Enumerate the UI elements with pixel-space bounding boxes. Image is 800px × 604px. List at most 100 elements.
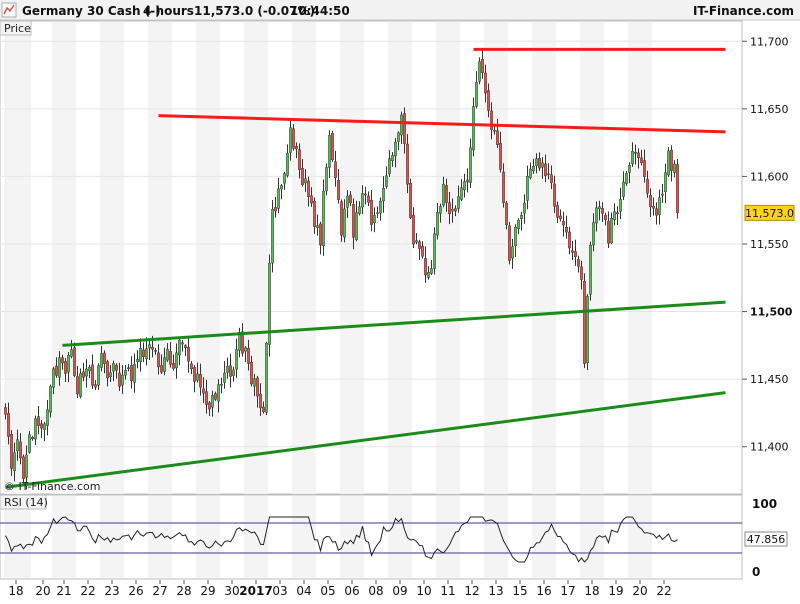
- app-logo-icon: [1, 2, 17, 18]
- candle-down: [418, 241, 421, 249]
- day-band: [292, 22, 316, 494]
- candle-up: [217, 384, 220, 402]
- rsi-panel-label: RSI (14): [4, 496, 48, 509]
- candle-down: [367, 195, 370, 203]
- day-band: [388, 22, 412, 494]
- candle-up: [226, 365, 229, 373]
- candle-down: [157, 352, 160, 368]
- candle-up: [163, 357, 166, 372]
- rsi-day-band: [436, 496, 460, 578]
- candle-down: [490, 110, 493, 130]
- candle-up: [547, 173, 550, 175]
- candle-up: [469, 147, 472, 183]
- rsi-day-band: [628, 496, 652, 578]
- candle-down: [574, 251, 577, 258]
- candle-down: [652, 206, 655, 209]
- candle-up: [592, 222, 595, 246]
- candle-up: [361, 193, 364, 208]
- candle-up: [223, 372, 226, 383]
- price-tick-label: 11,550: [750, 238, 789, 251]
- candle-down: [151, 346, 154, 350]
- candle-up: [112, 363, 115, 372]
- candle-up: [280, 185, 283, 190]
- candle-up: [397, 132, 400, 142]
- candle-down: [481, 59, 484, 73]
- candle-down: [10, 434, 13, 469]
- candle-up: [475, 82, 478, 107]
- candle-down: [61, 357, 64, 364]
- candle-up: [532, 166, 535, 171]
- day-band: [628, 22, 652, 494]
- candle-down: [310, 195, 313, 204]
- time-tick-label: 28: [176, 584, 191, 598]
- candle-up: [109, 372, 112, 377]
- copyright-watermark: © IT-Finance.com: [4, 480, 101, 493]
- candle-up: [358, 206, 361, 214]
- candle-down: [259, 393, 262, 409]
- time-tick-label: 11: [440, 584, 455, 598]
- candle-up: [145, 348, 148, 360]
- time-tick-label: 23: [104, 584, 119, 598]
- time-tick-label: 05: [320, 584, 335, 598]
- rsi-day-band: [196, 496, 220, 578]
- candle-up: [175, 352, 178, 369]
- candle-up: [619, 199, 622, 212]
- candle-up: [46, 409, 49, 426]
- time-tick-label: 18: [8, 584, 23, 598]
- candle-up: [589, 244, 592, 295]
- candle-down: [607, 220, 610, 244]
- rsi-tick-label: 100: [752, 497, 777, 511]
- candle-down: [349, 194, 352, 204]
- candle-down: [412, 214, 415, 245]
- candle-down: [301, 168, 304, 185]
- candle-up: [613, 211, 616, 220]
- candle-down: [331, 133, 334, 161]
- candle-down: [76, 376, 79, 395]
- candle-down: [181, 342, 184, 345]
- candle-down: [130, 365, 133, 382]
- candle-down: [670, 149, 673, 171]
- current-price-marker: 11,573.0: [744, 204, 795, 221]
- candle-up: [265, 342, 268, 413]
- candle-up: [625, 173, 628, 184]
- candle-down: [556, 205, 559, 218]
- candle-up: [253, 378, 256, 387]
- candle-up: [598, 206, 601, 209]
- candle-down: [337, 180, 340, 200]
- price-panel-label: Price: [4, 22, 31, 35]
- time-tick-label: 20: [35, 584, 50, 598]
- candle-down: [424, 258, 427, 276]
- candle-up: [88, 366, 91, 372]
- candle-up: [526, 176, 529, 201]
- candle-down: [649, 195, 652, 207]
- chart-window: Germany 30 Cash (-) 4 hours 11,573.0 (-0…: [0, 0, 800, 600]
- candlestick-chart[interactable]: Germany 30 Cash (-) 4 hours 11,573.0 (-0…: [0, 0, 800, 600]
- candle-down: [298, 149, 301, 170]
- time-tick-label: 04: [296, 584, 311, 598]
- candle-down: [448, 202, 451, 215]
- day-band: [340, 22, 364, 494]
- candle-down: [646, 178, 649, 194]
- timeframe-label[interactable]: 4 hours: [143, 4, 194, 18]
- rsi-day-band: [292, 496, 316, 578]
- candle-down: [106, 361, 109, 379]
- candle-down: [262, 406, 265, 412]
- candle-down: [274, 207, 277, 212]
- time-tick-label: 27: [152, 584, 167, 598]
- candle-up: [391, 155, 394, 161]
- price-tick-label: 11,650: [750, 103, 789, 116]
- price-axis: 11,400 11,450 11,500 11,550 11,600 11,650 11,7…: [742, 35, 793, 454]
- candle-up: [415, 240, 418, 243]
- candle-down: [214, 393, 217, 400]
- current-rsi-label: 47.856: [747, 533, 786, 546]
- rsi-day-band: [484, 496, 508, 578]
- candle-up: [376, 212, 379, 214]
- candle-up: [178, 339, 181, 356]
- candle-down: [334, 161, 337, 178]
- candle-up: [622, 181, 625, 197]
- time-tick-label: 18: [584, 584, 599, 598]
- candle-down: [601, 208, 604, 214]
- candle-up: [442, 184, 445, 206]
- day-band: [580, 22, 604, 494]
- candle-down: [352, 204, 355, 238]
